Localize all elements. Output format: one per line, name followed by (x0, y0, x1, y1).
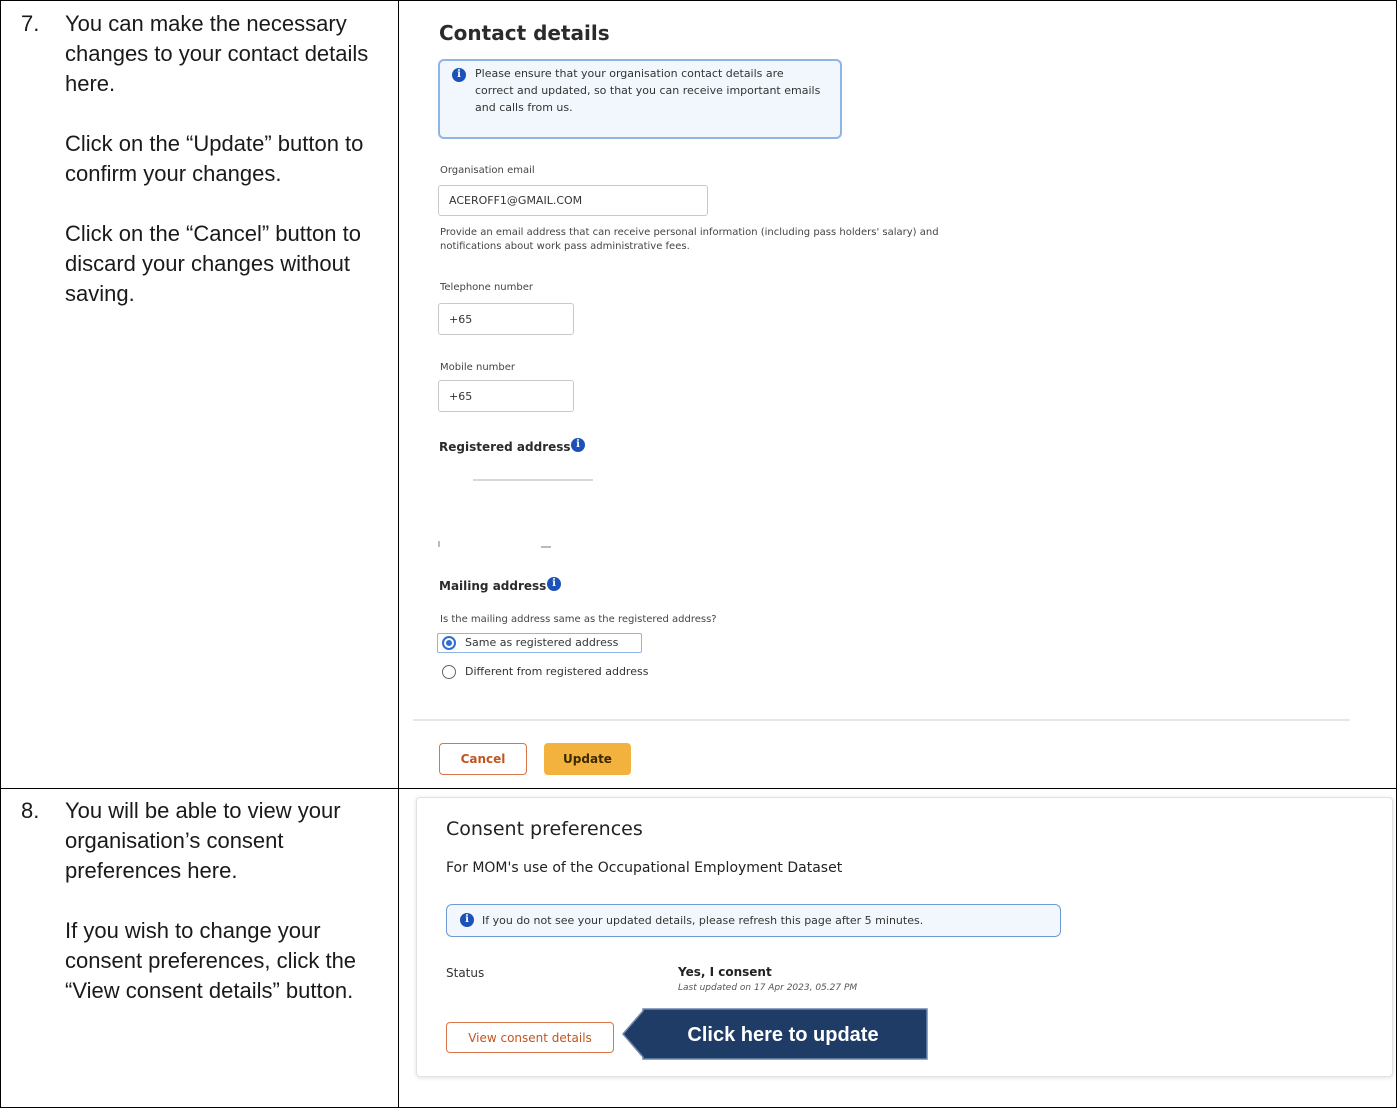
telephone-value: +65 (449, 312, 473, 326)
registered-address-info-icon[interactable]: i (571, 438, 585, 452)
status-value: Yes, I consent (678, 965, 772, 979)
consent-notice-text: If you do not see your updated details, … (482, 914, 924, 927)
step-8-instructions: 8. You will be able to view your organis… (0, 789, 398, 1107)
update-button[interactable]: Update (544, 743, 631, 775)
info-icon: i (460, 913, 474, 927)
view-consent-details-button[interactable]: View consent details (446, 1022, 614, 1053)
radio-different-from-registered[interactable] (442, 665, 456, 679)
mobile-label: Mobile number (440, 362, 516, 373)
mailing-address-title: Mailing address (439, 579, 547, 593)
cancel-button[interactable]: Cancel (439, 743, 527, 775)
email-field[interactable]: ACEROFF1@GMAIL.COM (438, 185, 708, 216)
step-number: 7. (21, 11, 40, 36)
step-text: You can make the necessary changes to yo… (65, 9, 385, 339)
contact-details-panel: Contact details i Please ensure that you… (413, 1, 1383, 787)
footer-divider (413, 719, 1350, 721)
consent-subtitle: For MOM's use of the Occupational Employ… (446, 860, 843, 876)
step-paragraph: If you wish to change your consent prefe… (65, 918, 357, 1003)
email-help-text: Provide an email address that can receiv… (440, 227, 939, 238)
radio-same-as-registered[interactable] (442, 636, 456, 650)
registered-address-redacted (473, 479, 593, 481)
step-7-instructions: 7. You can make the necessary changes to… (0, 0, 398, 788)
step-paragraph: You will be able to view your organisati… (65, 798, 341, 883)
registered-address-redacted (541, 546, 551, 548)
consent-preferences-panel: Consent preferences For MOM's use of the… (416, 797, 1391, 1075)
radio-label: Different from registered address (465, 665, 649, 678)
telephone-label: Telephone number (440, 282, 533, 293)
notice-text: Please ensure that your organisation con… (475, 67, 821, 114)
email-value: ACEROFF1@GMAIL.COM (449, 194, 583, 207)
telephone-field[interactable]: +65 (438, 303, 574, 335)
last-updated-text: Last updated on 17 Apr 2023, 05.27 PM (678, 983, 858, 993)
mobile-value: +65 (449, 389, 473, 403)
step-paragraph: Click on the “Update” button to confirm … (65, 131, 364, 186)
mailing-address-info-icon[interactable]: i (547, 577, 561, 591)
email-label: Organisation email (440, 165, 535, 176)
step-text: You will be able to view your organisati… (65, 796, 385, 1036)
step-paragraph: Click on the “Cancel” button to discard … (65, 221, 361, 306)
registered-address-title: Registered address (439, 440, 571, 454)
page-title: Contact details (439, 21, 610, 45)
table-border-divider (398, 0, 399, 1108)
step-number: 8. (21, 798, 40, 823)
mailing-question: Is the mailing address same as the regis… (440, 614, 717, 625)
info-icon: i (452, 68, 466, 82)
consent-title: Consent preferences (446, 818, 643, 840)
callout-text: Click here to update (687, 1024, 879, 1046)
email-help-text: notifications about work pass administra… (440, 241, 690, 252)
radio-label: Same as registered address (465, 636, 619, 649)
status-label: Status (446, 966, 485, 980)
step-paragraph: You can make the necessary changes to yo… (65, 11, 369, 96)
registered-address-redacted (438, 541, 440, 547)
mobile-field[interactable]: +65 (438, 380, 574, 412)
